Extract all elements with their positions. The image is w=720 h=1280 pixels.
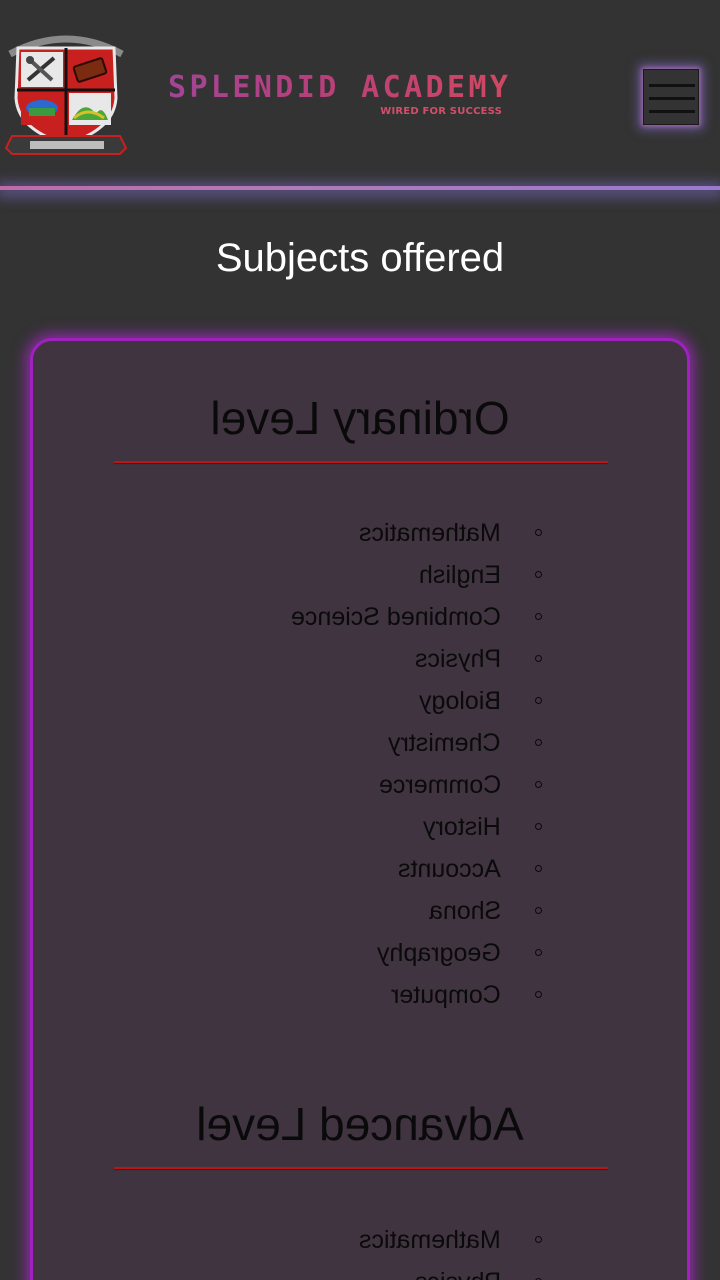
bullet-icon [535,571,542,578]
list-item: Commerce [33,764,687,806]
site-header: SPLENDID ACADEMY WIRED FOR SUCCESS [0,0,720,186]
list-item: Chemistry [33,722,687,764]
subject-label: English [419,561,501,589]
section-divider [114,461,608,463]
subject-label: Mathematics [359,1226,501,1254]
list-item: Biology [33,680,687,722]
subject-label: Geography [377,939,501,967]
hamburger-icon-bar [649,97,695,100]
subject-label: History [423,813,501,841]
bullet-icon [535,1236,542,1243]
bullet-icon [535,739,542,746]
subject-label: Computer [391,981,501,1009]
list-item: English [33,554,687,596]
subjects-card: Ordinary Level Mathematics English Combi… [30,338,690,1280]
page-title: Subjects offered [215,236,505,280]
list-item: Mathematics [33,1219,687,1261]
bullet-icon [535,697,542,704]
bullet-icon [535,781,542,788]
subject-label: Chemistry [388,729,501,757]
list-item: Mathematics [33,512,687,554]
brand-tagline: WIRED FOR SUCCESS [380,106,502,117]
bullet-icon [535,949,542,956]
academy-crest-icon [4,35,128,155]
bullet-icon [535,529,542,536]
list-item: History [33,806,687,848]
list-item: Physics [33,638,687,680]
bullet-icon [535,655,542,662]
bullet-icon [535,907,542,914]
bullet-icon [535,823,542,830]
list-item: Geography [33,932,687,974]
header-divider [0,186,720,190]
list-item: Accounts [33,848,687,890]
list-item: Combined Science [33,596,687,638]
brand-name: SPLENDID ACADEMY [168,70,512,105]
subject-label: Physics [415,1261,501,1280]
subject-label: Commerce [378,771,501,799]
subject-label: Biology [419,687,501,715]
list-item: Computer [33,974,687,1016]
list-item: Physics [33,1261,687,1280]
section-divider [114,1167,608,1169]
subject-label: Mathematics [359,519,501,547]
bullet-icon [535,865,542,872]
bullet-icon [535,613,542,620]
hamburger-icon-bar [649,110,695,113]
menu-button[interactable] [643,69,699,125]
section-title: Ordinary Level [210,392,510,444]
hamburger-icon [649,84,695,87]
academy-logo[interactable] [4,28,128,156]
subject-label: Physics [414,645,501,673]
brand[interactable]: SPLENDID ACADEMY WIRED FOR SUCCESS [168,70,508,124]
page: SPLENDID ACADEMY WIRED FOR SUCCESS Subje… [0,0,720,1280]
subject-label: Combined Science [291,603,501,631]
bullet-icon [535,991,542,998]
subject-label: Shona [428,897,501,925]
section-title: Advanced Level [196,1098,524,1150]
list-item: Shona [33,890,687,932]
subject-label: Accounts [398,855,501,883]
